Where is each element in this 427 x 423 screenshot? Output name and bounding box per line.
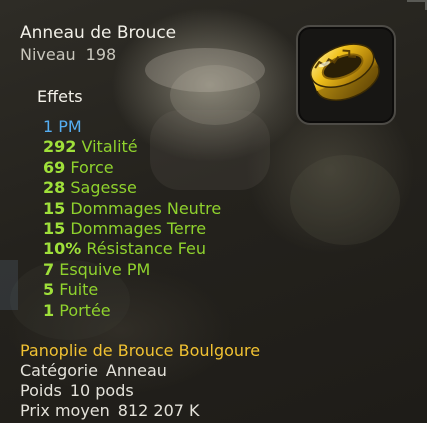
effect-line: 7 Esquive PM: [43, 260, 150, 280]
effects-heading: Effets: [37, 87, 83, 106]
effect-value: 28: [43, 178, 66, 198]
effect-value: 15: [43, 219, 66, 238]
price-value: 812 207 K: [117, 401, 200, 420]
level-value: 198: [85, 45, 117, 64]
effect-line: 292 Vitalité: [43, 137, 138, 157]
set-name-link[interactable]: Panoplie de Brouce Boulgoure: [20, 341, 260, 361]
category-label: Catégorie: [20, 361, 98, 380]
effect-value: 5: [43, 280, 55, 300]
effect-line: 69 Force: [43, 158, 114, 178]
effect-line: 1 Portée: [43, 301, 111, 321]
gold-ring-icon: [310, 43, 380, 101]
item-name: Anneau de Brouce: [20, 23, 177, 43]
item-price: Prix moyen 812 207 K: [20, 401, 200, 421]
effect-line: 5 Fuite: [43, 280, 98, 300]
effect-line: 28 Sagesse: [43, 178, 137, 198]
item-level: Niveau 198: [20, 45, 116, 65]
effect-line: 1 PM: [43, 117, 82, 137]
effect-value: 69: [43, 157, 66, 177]
weight-label: Poids: [20, 381, 62, 400]
effect-value: 1: [43, 117, 54, 136]
weight-value: 10 pods: [69, 381, 134, 400]
category-value: Anneau: [105, 361, 167, 380]
level-label: Niveau: [20, 45, 76, 64]
effect-label: Esquive PM: [59, 259, 151, 279]
tooltip-corner: [407, 0, 427, 10]
effect-label: Dommages Neutre: [70, 198, 222, 218]
effect-value: 292: [43, 137, 77, 157]
item-category: Catégorie Anneau: [20, 361, 167, 381]
effect-label: PM: [58, 117, 82, 136]
effect-line: 15 Dommages Terre: [43, 219, 206, 239]
item-tooltip: Anneau de Brouce Niveau 198 Effets Panop…: [0, 0, 427, 423]
effect-label: Force: [70, 157, 114, 177]
effect-label: Dommages Terre: [70, 219, 207, 238]
effect-label: Sagesse: [70, 178, 137, 198]
item-weight: Poids 10 pods: [20, 381, 134, 401]
effect-value: 10%: [43, 239, 82, 259]
effect-label: Vitalité: [81, 137, 138, 157]
effect-value: 1: [43, 300, 55, 320]
effect-label: Portée: [59, 300, 111, 320]
effect-line: 15 Dommages Neutre: [43, 199, 221, 219]
item-icon-frame: [296, 25, 396, 125]
effect-line: 10% Résistance Feu: [43, 239, 206, 259]
price-label: Prix moyen: [20, 401, 110, 420]
effect-label: Résistance Feu: [86, 239, 207, 259]
effect-value: 15: [43, 198, 66, 218]
effect-value: 7: [43, 259, 55, 279]
effect-label: Fuite: [59, 280, 99, 300]
